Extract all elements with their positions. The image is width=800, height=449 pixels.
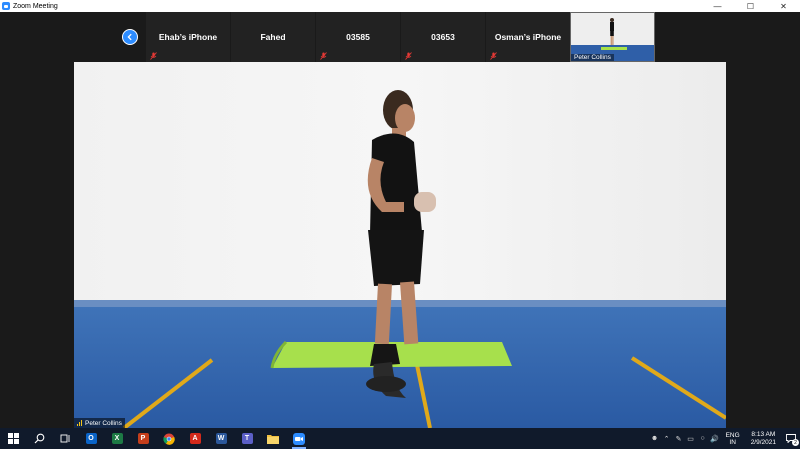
speaker-name: Peter Collins xyxy=(85,419,122,427)
main-video[interactable] xyxy=(74,62,726,428)
teams-icon-glyph: T xyxy=(241,433,253,444)
clock-date: 2/9/2021 xyxy=(750,438,776,446)
video-scene xyxy=(74,62,726,428)
task-view-icon[interactable] xyxy=(52,428,78,449)
participant-tile[interactable]: Ehab’s iPhone xyxy=(146,12,230,62)
signal-bars-icon xyxy=(77,420,82,426)
muted-mic-icon xyxy=(405,52,412,60)
outlook-icon-glyph: O xyxy=(85,433,97,444)
search-icon[interactable] xyxy=(26,428,52,449)
active-speaker-label: Peter Collins xyxy=(74,418,125,428)
participant-tile[interactable]: 03653 xyxy=(401,12,485,62)
window-controls: — ☐ ✕ xyxy=(701,0,800,12)
system-tray: ☻ ⌃ ✎ ▭ ○ 🔊 ENG IN 8:13 AM 2/9/2021 2 xyxy=(649,428,800,449)
self-view-person xyxy=(610,18,614,45)
word-icon[interactable]: W xyxy=(208,428,234,449)
input-language[interactable]: ENG IN xyxy=(726,432,740,446)
floor xyxy=(74,307,726,428)
minimize-button[interactable]: — xyxy=(701,0,734,12)
language-code: ENG xyxy=(725,431,740,439)
windows-start-icon[interactable] xyxy=(0,428,26,449)
acrobat-icon-glyph: A xyxy=(189,433,201,444)
excel-icon[interactable]: X xyxy=(104,428,130,449)
teams-icon[interactable]: T xyxy=(234,428,260,449)
previous-page-button[interactable] xyxy=(122,29,138,45)
zoom-app-icon xyxy=(2,2,10,10)
word-icon-glyph: W xyxy=(215,433,227,444)
clock[interactable]: 8:13 AM 2/9/2021 xyxy=(751,431,776,447)
windows-taskbar: O X P A W T ☻ ⌃ ✎ ▭ ○ 🔊 ENG IN 8:13 AM 2… xyxy=(0,428,800,449)
wifi-icon[interactable]: ○ xyxy=(697,435,709,442)
participant-name: 03653 xyxy=(431,32,455,42)
participant-tile[interactable]: 03585 xyxy=(316,12,400,62)
file-explorer-icon[interactable] xyxy=(260,428,286,449)
people-icon[interactable]: ☻ xyxy=(649,435,661,442)
participant-tile[interactable]: Fahed xyxy=(231,12,315,62)
chrome-icon[interactable] xyxy=(156,428,182,449)
chevron-up-icon[interactable]: ⌃ xyxy=(661,435,673,443)
title-bar: Zoom Meeting — ☐ ✕ xyxy=(0,0,800,12)
powerpoint-icon-glyph: P xyxy=(137,433,149,444)
participant-name: Osman’s iPhone xyxy=(494,32,562,42)
maximize-button[interactable]: ☐ xyxy=(734,0,767,12)
battery-icon[interactable]: ▭ xyxy=(685,435,697,443)
participant-strip: Ehab’s iPhone Fahed 03585 03653 Osman’s … xyxy=(0,12,800,62)
self-view-tile[interactable]: Peter Collins xyxy=(570,12,655,62)
muted-mic-icon xyxy=(490,52,497,60)
volume-icon[interactable]: 🔊 xyxy=(709,435,721,443)
zoom-window: Zoom Meeting — ☐ ✕ Ehab’s iPhone Fahed 0… xyxy=(0,0,800,449)
notification-center-button[interactable]: 2 xyxy=(782,428,800,449)
outlook-icon[interactable]: O xyxy=(78,428,104,449)
excel-icon-glyph: X xyxy=(111,433,123,444)
muted-mic-icon xyxy=(150,52,157,60)
language-region: IN xyxy=(729,438,736,446)
acrobat-icon[interactable]: A xyxy=(182,428,208,449)
powerpoint-icon[interactable]: P xyxy=(130,428,156,449)
clock-time: 8:13 AM xyxy=(751,430,776,438)
zoom-icon[interactable] xyxy=(286,428,312,449)
participant-name: Fahed xyxy=(260,32,286,42)
participant-name: Ehab’s iPhone xyxy=(158,32,218,42)
notification-count: 2 xyxy=(792,439,799,446)
baseboard xyxy=(74,300,726,308)
muted-mic-icon xyxy=(320,52,327,60)
close-button[interactable]: ✕ xyxy=(767,0,800,12)
pen-icon[interactable]: ✎ xyxy=(673,435,685,443)
window-title: Zoom Meeting xyxy=(13,2,58,10)
chevron-left-icon xyxy=(127,33,132,41)
self-view-name: Peter Collins xyxy=(571,54,614,61)
participant-tile[interactable]: Osman’s iPhone xyxy=(486,12,570,62)
participant-name: 03585 xyxy=(346,32,370,42)
self-view-mat xyxy=(601,47,627,50)
